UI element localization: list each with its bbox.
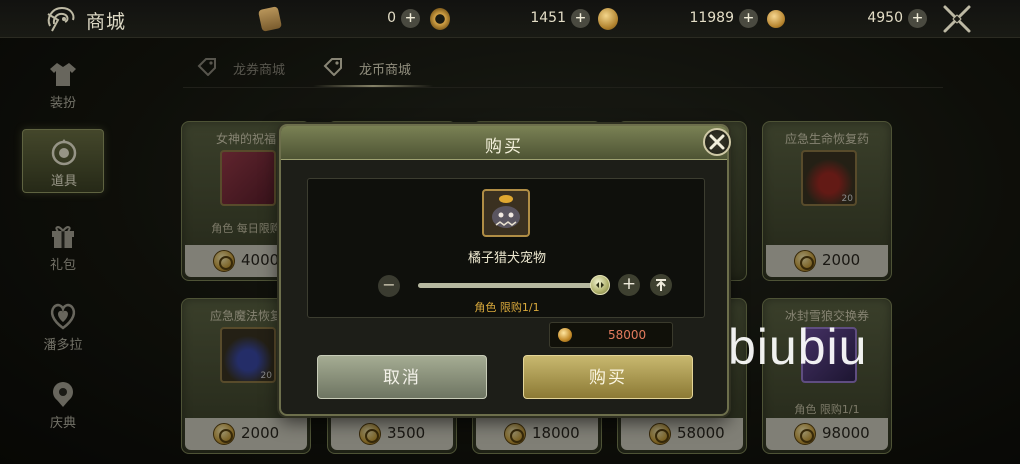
purchase-dialog: 购买 橘子猎犬宠物 − + 角色 限购1/1 58000 取消 购买: [279, 124, 731, 416]
currency-dragon-coin: 1451 +: [430, 6, 590, 32]
watermark-text: biubiu: [728, 319, 868, 375]
quantity-slider-handle[interactable]: [590, 275, 610, 295]
dragon-coin-icon: [558, 328, 572, 342]
bag-coin-icon: [598, 8, 618, 30]
quantity-slider[interactable]: [418, 275, 610, 295]
cancel-button[interactable]: 取消: [317, 355, 487, 399]
total-cost-value: 58000: [608, 328, 647, 342]
item-detail-panel: 橘子猎犬宠物 − + 角色 限购1/1: [307, 178, 705, 318]
add-gold-coin-button[interactable]: +: [908, 9, 927, 28]
dragon-logo-icon: [47, 6, 75, 32]
max-quantity-button[interactable]: [650, 274, 672, 296]
pet-figure-icon: [492, 195, 520, 228]
currency-gold-coin-value: 4950: [867, 10, 903, 26]
currency-bag-coin-value: 11989: [689, 10, 734, 26]
add-dragon-coin-button[interactable]: +: [571, 9, 590, 28]
dialog-close-button[interactable]: [703, 128, 731, 156]
ticket-icon: [257, 6, 283, 32]
orange-hound-pet-icon: [482, 189, 530, 237]
currency-ticket: 0 +: [257, 6, 420, 32]
item-name: 橘子猎犬宠物: [467, 251, 546, 266]
currency-dragon-coin-value: 1451: [530, 10, 566, 26]
gold-coin-icon: [767, 10, 785, 28]
confirm-buy-button[interactable]: 购买: [523, 355, 693, 399]
quantity-slider-fill: [418, 283, 600, 288]
purchase-limit-text: 角色 限购1/1: [474, 301, 540, 314]
currency-bag-coin: 11989 +: [598, 6, 758, 32]
add-ticket-button[interactable]: +: [401, 9, 420, 28]
dragon-coin-icon: [430, 8, 450, 30]
page-title: 商城: [86, 11, 127, 33]
dialog-header: 购买: [281, 126, 727, 160]
decrease-quantity-button[interactable]: −: [378, 275, 400, 297]
currency-ticket-value: 0: [387, 10, 396, 26]
dialog-title: 购买: [485, 137, 523, 157]
close-shop-icon[interactable]: [940, 4, 974, 34]
drag-arrows-icon: [596, 282, 604, 288]
add-bag-coin-button[interactable]: +: [739, 9, 758, 28]
currency-gold-coin: 4950 +: [767, 6, 927, 32]
close-icon: [709, 134, 725, 150]
max-arrow-icon: [656, 279, 666, 291]
top-bar: 商城 0 + 1451 + 11989 + 4950 +: [0, 0, 1020, 38]
total-cost-box: 58000: [549, 322, 673, 348]
increase-quantity-button[interactable]: +: [618, 274, 640, 296]
